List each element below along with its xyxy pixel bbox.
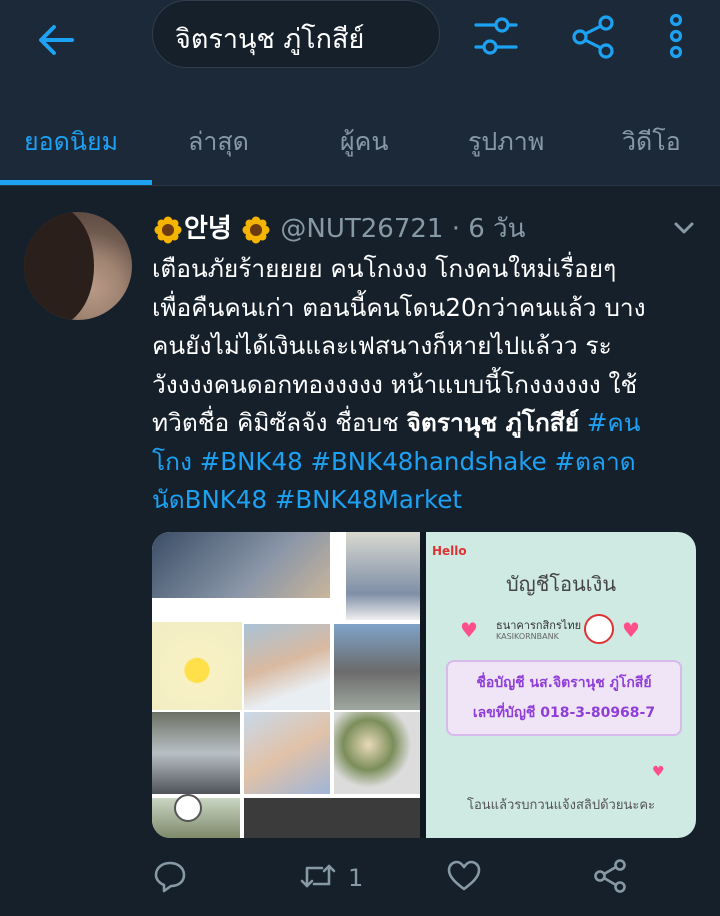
collage-photo [334, 624, 420, 710]
search-query[interactable]: จิตรานุช ภู่โกสีย์ [175, 17, 364, 60]
collage-photo [244, 712, 330, 794]
tweet-line: คนยังไม่ได้เงินและเฟสนางก็หายไปแล้วว ระ [152, 331, 612, 360]
card-title: บัญชีโอนเงิน [505, 572, 616, 596]
account-number: เลขที่บัญชี 018-3-80968-7 [472, 705, 656, 721]
collage-photo [244, 798, 420, 838]
top-bar: จิตรานุช ภู่โกสีย์ [0, 0, 720, 80]
heart-icon: ♥ [652, 764, 665, 780]
hashtag-link[interactable]: โกง [152, 447, 192, 476]
tweet-line: โกง #BNK48 #BNK48handshake #ตลาด [152, 443, 708, 482]
collage-photo [244, 624, 330, 710]
hello-sticker: Hello [432, 544, 467, 558]
photo-collage[interactable] [152, 532, 420, 838]
tweet-line: ทวิตชื่อ คิมิซัลจัง ชื่อบช จิตรานุช ภู่โ… [152, 408, 641, 437]
share-icon[interactable] [592, 858, 628, 898]
collage-photo [152, 622, 242, 710]
sunflower-icon [242, 216, 270, 244]
tweet-time: · 6 วัน [451, 214, 526, 244]
more-icon[interactable] [664, 12, 688, 60]
heart-icon: ♥ [460, 618, 478, 642]
search-field[interactable]: จิตรานุช ภู่โกสีย์ [152, 0, 440, 68]
tweet-text: เตือนภัยร้ายยยย คนโกงงง โกงคนใหม่เรื่อยๆ… [152, 250, 708, 520]
back-arrow-icon[interactable] [34, 18, 78, 62]
user-handle[interactable]: @NUT26721 [280, 214, 443, 244]
bank-name-en: KASIKORNBANK [496, 632, 559, 641]
share-icon[interactable] [570, 14, 616, 60]
transfer-note: โอนแล้วรบกวนแจ้งสลิปด้วยนะคะ [466, 798, 656, 813]
chevron-down-icon[interactable] [670, 214, 698, 242]
tab-latest[interactable]: ล่าสุด [188, 122, 249, 162]
retweet-icon[interactable] [298, 858, 338, 898]
tweet-line: เตือนภัยร้ายยยย คนโกงงง โกงคนใหม่เรื่อยๆ [152, 254, 617, 283]
tweet-line: วังงงงคนดอกทองงงงง หน้าแบบนี้โกงงงงงง ใช… [152, 369, 638, 399]
tab-photos[interactable]: รูปภาพ [468, 122, 544, 162]
hashtag-link[interactable]: นัดBNK48 [152, 485, 267, 514]
collage-photo [152, 712, 240, 794]
tab-videos[interactable]: วิดีโอ [622, 122, 681, 162]
hashtag-link[interactable]: #ตลาด [555, 447, 636, 476]
smiley-icon [174, 794, 202, 822]
collage-photo [152, 532, 330, 598]
account-box: ชื่อบัญชี นส.จิตรานุช ภู่โกสีย์ เลขที่บั… [446, 660, 682, 736]
sunflower-icon [154, 216, 182, 244]
reply-icon[interactable] [152, 858, 188, 898]
active-tab-indicator [0, 180, 152, 185]
search-tabs: ยอดนิยม ล่าสุด ผู้คน รูปภาพ วิดีโอ [0, 80, 720, 186]
retweet-count: 1 [348, 864, 364, 892]
bank-account-card: Hello บัญชีโอนเงิน ธนาคารกสิกรไทย KASIKO… [426, 532, 696, 838]
hashtag-link[interactable]: #คน [587, 408, 641, 437]
tweet-line: เพื่อคืนคนเก่า ตอนนี้คนโดน20กว่าคนแล้ว บ… [152, 292, 646, 322]
tweet-header: 안녕 @NUT26721 · 6 วัน [152, 208, 525, 248]
tweet-media[interactable]: Hello บัญชีโอนเงิน ธนาคารกสิกรไทย KASIKO… [152, 532, 696, 838]
hashtag-link[interactable]: #BNK48 [200, 447, 303, 476]
collage-photo [346, 532, 420, 620]
bank-logo-icon [584, 614, 614, 644]
collage-photo [334, 712, 420, 794]
tab-top[interactable]: ยอดนิยม [24, 122, 118, 162]
hashtag-link[interactable]: #BNK48handshake [310, 447, 546, 476]
display-name[interactable]: 안녕 [184, 214, 232, 244]
like-icon[interactable] [446, 858, 482, 898]
account-name-highlight: จิตรานุช ภู่โกสีย์ [406, 408, 580, 437]
account-name: ชื่อบัญชี นส.จิตรานุช ภู่โกสีย์ [476, 675, 652, 691]
tweet-line: นัดBNK48 #BNK48Market [152, 481, 708, 520]
hashtag-link[interactable]: #BNK48Market [275, 485, 462, 514]
filter-icon[interactable] [472, 12, 520, 60]
avatar[interactable] [24, 212, 132, 320]
tab-people[interactable]: ผู้คน [340, 122, 388, 162]
heart-icon: ♥ [622, 618, 640, 642]
